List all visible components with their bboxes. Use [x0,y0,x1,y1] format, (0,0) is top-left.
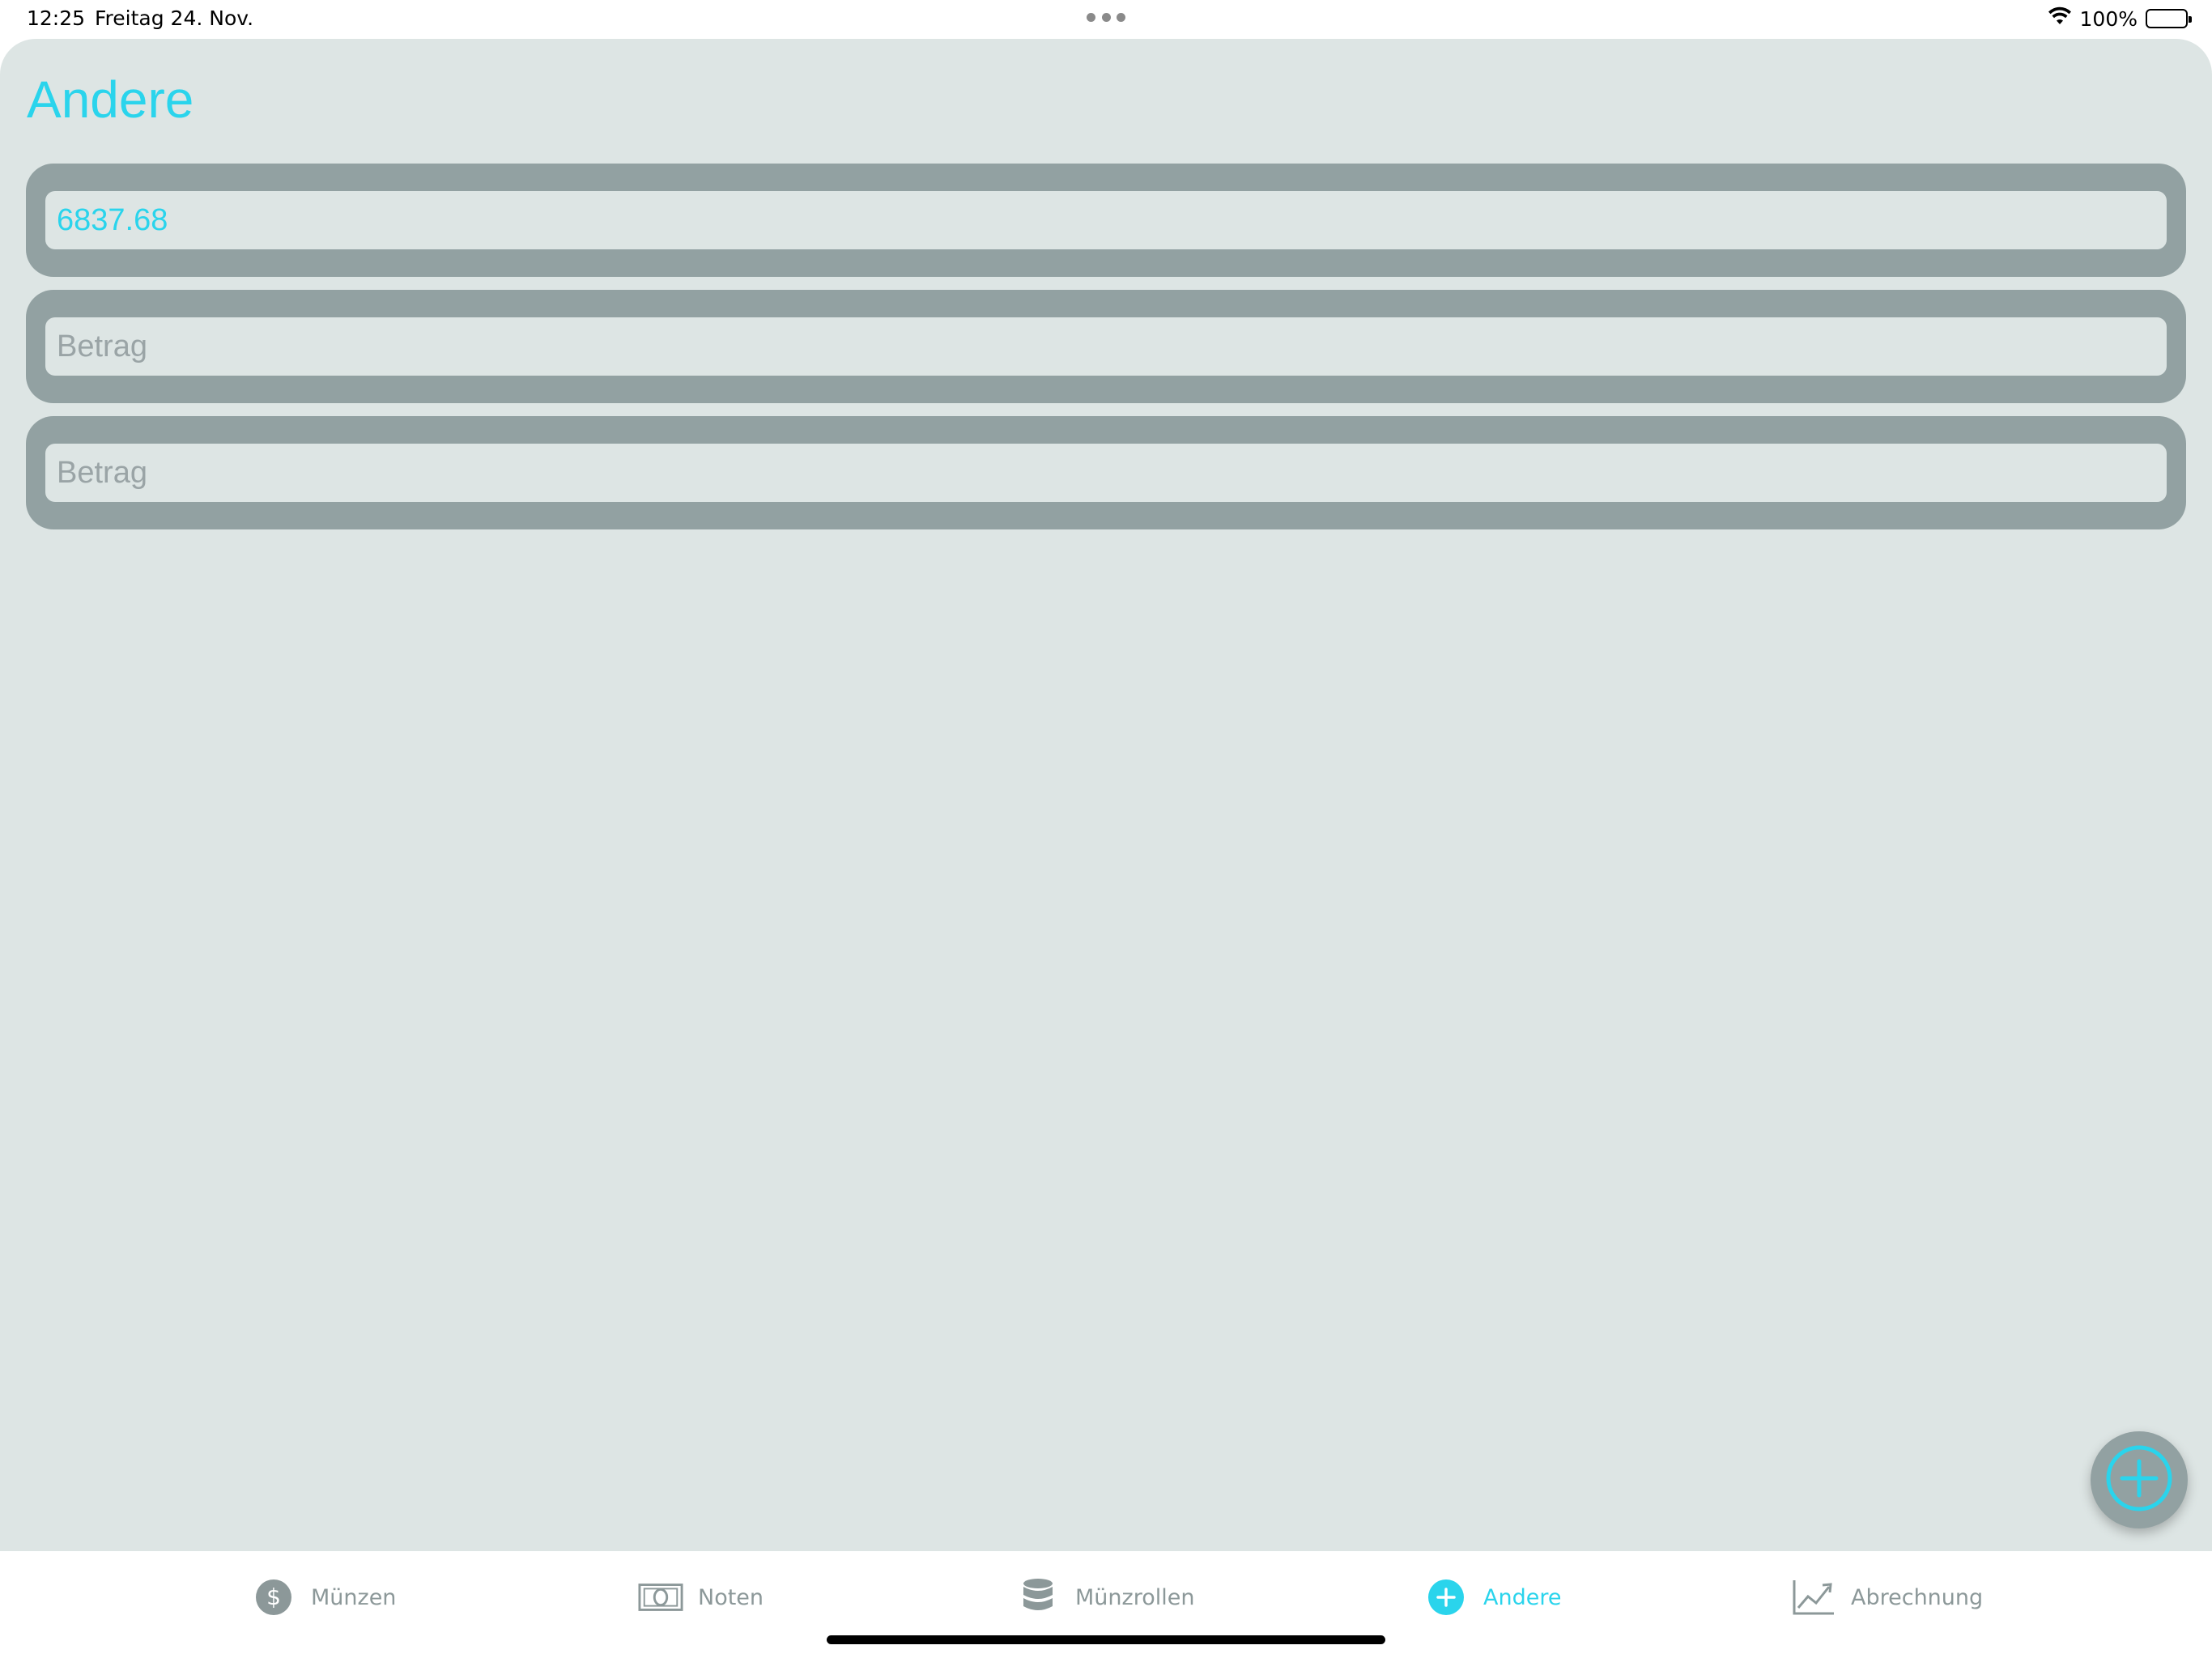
chart-line-icon [1791,1578,1836,1617]
battery-icon [2146,9,2192,28]
status-time: 12:25 [27,6,86,30]
tab-muenzrollen[interactable]: Münzrollen [1015,1575,1194,1619]
tab-label: Abrechnung [1851,1584,1984,1610]
status-bar: 12:25 Freitag 24. Nov. 100% [0,0,2212,39]
tab-label: Noten [698,1584,764,1610]
tab-abrechnung[interactable]: Abrechnung [1791,1575,1983,1619]
svg-text:$: $ [266,1584,281,1610]
add-field-button[interactable] [2091,1431,2188,1528]
plus-circle-icon [2104,1443,2174,1516]
amount-card [26,164,2186,277]
tab-muenzen[interactable]: $ Münzen [251,1575,396,1619]
banknote-icon [638,1578,683,1617]
main-content: Andere [0,39,2212,1551]
tab-noten[interactable]: Noten [638,1575,764,1619]
status-date: Freitag 24. Nov. [95,6,254,30]
battery-percent: 100% [2079,6,2138,31]
coin-stack-icon [1015,1578,1061,1617]
status-right: 100% [2048,6,2192,31]
page-title: Andere [27,70,194,129]
tab-andere[interactable]: Andere [1423,1575,1561,1619]
plus-circle-icon [1423,1578,1469,1617]
amount-card [26,416,2186,529]
tab-label: Münzrollen [1075,1584,1195,1610]
amount-input[interactable] [45,191,2167,249]
home-indicator[interactable] [827,1635,1385,1644]
tab-label: Andere [1483,1584,1562,1610]
dollar-circle-icon: $ [251,1578,296,1617]
amount-card [26,290,2186,403]
tab-label: Münzen [311,1584,397,1610]
multitasking-dots-icon[interactable] [1087,13,1125,23]
amount-input[interactable] [45,317,2167,376]
amount-input[interactable] [45,444,2167,502]
wifi-icon [2048,6,2072,31]
